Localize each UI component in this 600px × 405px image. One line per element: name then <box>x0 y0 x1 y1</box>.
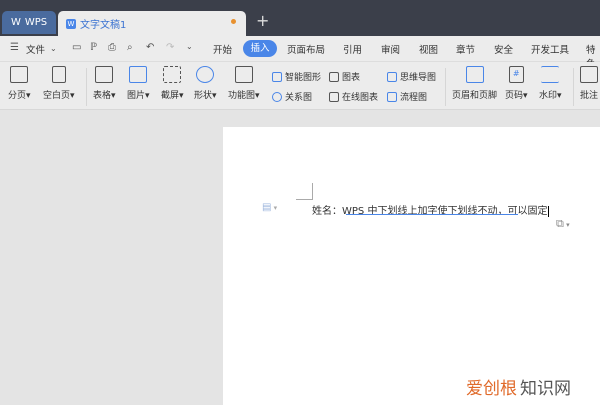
mind-map-icon <box>387 71 397 82</box>
menu-bar: ☰ 文件 ⌄ ▭ ℙ ⎙ ⌕ ↶ ↷ ⌄ 开始 插入 页面布局 引用 审阅 视图… <box>0 36 600 70</box>
divider <box>445 68 446 106</box>
hamburger-icon[interactable]: ☰ <box>10 42 19 53</box>
label: 在线图表 <box>342 93 379 103</box>
screenshot-button[interactable]: 截屏▾ <box>161 66 184 101</box>
print-icon[interactable]: ⎙ <box>108 42 116 53</box>
unsaved-dot-icon <box>231 19 236 24</box>
tab-insert[interactable]: 插入 <box>243 40 277 57</box>
bar-chart-icon <box>329 71 339 82</box>
header-footer-icon <box>465 66 484 83</box>
label: 批注 <box>580 91 599 101</box>
document-page[interactable] <box>223 127 600 405</box>
label: 页眉和页脚 <box>452 91 498 101</box>
flowchart-icon <box>387 91 397 102</box>
comment-icon <box>580 66 598 83</box>
label: 表格 <box>93 91 112 101</box>
page-break-icon <box>10 66 29 83</box>
flowchart-button[interactable]: 流程图 <box>387 90 427 103</box>
tab-start[interactable]: 开始 <box>213 42 232 56</box>
online-chart-icon <box>329 91 339 102</box>
redo-icon[interactable]: ↷ <box>166 42 174 53</box>
label: 水印 <box>539 91 558 101</box>
save-icon[interactable]: ▭ <box>72 42 81 53</box>
online-chart-button[interactable]: 在线图表 <box>329 90 378 103</box>
label: 图表 <box>342 73 361 83</box>
function-chart-icon <box>234 66 253 83</box>
ribbon: 分页▾ 空白页▾ 表格▾ 图片▾ 截屏▾ 形状▾ 功能图▾ 智能图形 关系图 图… <box>0 62 600 110</box>
undo-icon[interactable]: ↶ <box>146 42 154 53</box>
smart-art-button[interactable]: 智能图形 <box>272 70 321 83</box>
tab-review[interactable]: 审阅 <box>381 42 400 56</box>
function-chart-button[interactable]: 功能图▾ <box>228 66 260 101</box>
new-tab-button[interactable]: + <box>256 11 269 30</box>
format-painter-icon[interactable]: ℙ <box>90 42 97 53</box>
paste-options-icon[interactable]: ⧉ ▾ <box>556 217 570 231</box>
label: 关系图 <box>285 93 313 103</box>
picture-icon <box>129 66 148 83</box>
file-menu[interactable]: 文件 <box>26 42 45 56</box>
wps-home-tab[interactable]: W WPS <box>2 11 56 34</box>
customize-icon[interactable]: ⌄ <box>186 42 193 51</box>
margin-corner-mark <box>296 183 313 200</box>
shapes-icon <box>196 66 215 83</box>
watermark-icon <box>541 66 560 83</box>
wps-logo-icon: W <box>11 17 21 28</box>
table-icon <box>95 66 114 83</box>
label: 形状 <box>194 91 213 101</box>
header-footer-button[interactable]: 页眉和页脚 <box>452 66 497 101</box>
paragraph-menu-icon[interactable]: ▤ ▾ <box>262 202 277 213</box>
text-cursor <box>548 206 550 217</box>
underline <box>346 214 518 215</box>
page-number-button[interactable]: # 页码▾ <box>505 66 528 101</box>
watermark-logo-suffix: 知识网 <box>520 379 571 399</box>
page-number-icon: # <box>508 66 524 83</box>
label: 页码 <box>505 91 524 101</box>
blank-page-button[interactable]: 空白页▾ <box>43 66 75 101</box>
tab-chapter[interactable]: 章节 <box>456 42 475 56</box>
watermark-button[interactable]: 水印▾ <box>539 66 562 101</box>
label: 流程图 <box>400 93 428 103</box>
document-tab-label: 文字文稿1 <box>80 20 127 31</box>
mind-map-button[interactable]: 思维导图 <box>387 70 436 83</box>
text-body: WPS 中下划线上加字使下划线不动，可以固定 <box>342 206 548 217</box>
chevron-down-icon[interactable]: ⌄ <box>50 44 57 53</box>
divider <box>86 68 87 106</box>
tab-developer[interactable]: 开发工具 <box>531 42 569 56</box>
shapes-button[interactable]: 形状▾ <box>194 66 217 101</box>
tab-page-layout[interactable]: 页面布局 <box>287 42 325 56</box>
label: 思维导图 <box>400 73 437 83</box>
smart-art-icon <box>272 71 282 82</box>
tab-references[interactable]: 引用 <box>343 42 362 56</box>
relation-chart-icon <box>272 91 282 102</box>
screenshot-icon <box>163 66 182 83</box>
watermark-logo: 爱创根 <box>466 379 517 399</box>
picture-button[interactable]: 图片▾ <box>127 66 150 101</box>
document-icon: W <box>66 18 76 29</box>
comment-button[interactable]: 批注 <box>580 66 598 101</box>
text-prefix: 姓名： <box>312 206 342 217</box>
label: 功能图 <box>228 91 256 101</box>
label: 截屏 <box>161 91 180 101</box>
document-tab[interactable]: W 文字文稿1 <box>58 11 246 36</box>
tab-security[interactable]: 安全 <box>494 42 513 56</box>
chart-button[interactable]: 图表 <box>329 70 360 83</box>
label: 分页 <box>8 91 27 101</box>
label: 图片 <box>127 91 146 101</box>
label: 空白页 <box>43 91 71 101</box>
label: 智能图形 <box>285 73 322 83</box>
relation-chart-button[interactable]: 关系图 <box>272 90 312 103</box>
table-button[interactable]: 表格▾ <box>93 66 116 101</box>
tab-view[interactable]: 视图 <box>419 42 438 56</box>
wps-tab-label: WPS <box>24 17 48 28</box>
divider <box>573 68 574 106</box>
blank-page-icon <box>51 66 66 83</box>
print-preview-icon[interactable]: ⌕ <box>127 42 133 53</box>
page-break-button[interactable]: 分页▾ <box>8 66 31 101</box>
